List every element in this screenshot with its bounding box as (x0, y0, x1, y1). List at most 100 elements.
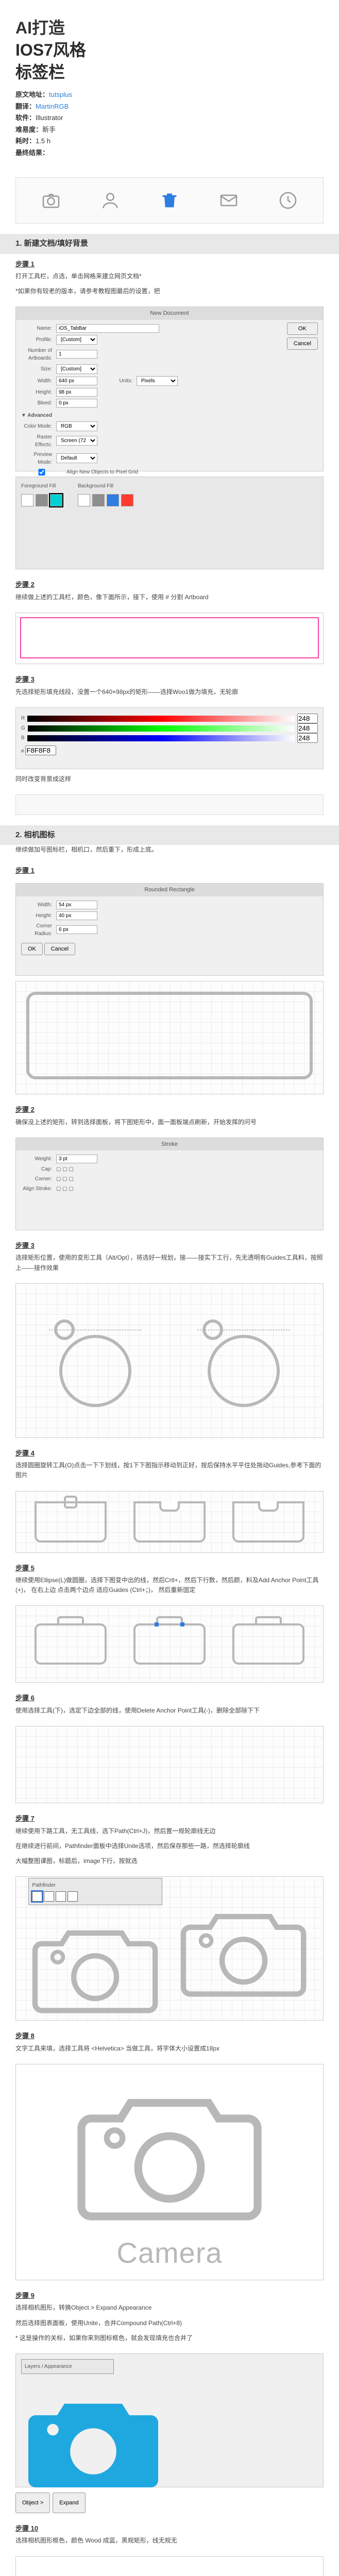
rr-dialog: Rounded Rectangle Width: Height: Corner … (15, 883, 324, 976)
align-lbl: Align New Objects to Pixel Grid (66, 468, 138, 476)
sw-white2[interactable] (78, 494, 90, 506)
pf-b2[interactable] (44, 1891, 54, 1902)
s2-8-lbl: 步骤 8 (0, 2026, 339, 2044)
pf-3 (232, 1501, 304, 1543)
expand-fig: Layers / Appearance (15, 2353, 324, 2487)
s1-3b: 同时改变背景成这样 (0, 774, 339, 789)
name-input[interactable] (56, 324, 159, 333)
rr-cr[interactable] (56, 925, 97, 934)
pf-b4[interactable] (67, 1891, 78, 1902)
final-result (15, 177, 324, 224)
rr-title: Rounded Rectangle (16, 884, 323, 896)
cm-sel[interactable]: RGB (56, 421, 97, 431)
r-val[interactable] (297, 714, 318, 723)
hex-val[interactable] (25, 745, 56, 755)
meta-block: 原文地址：tutsplus 翻译：MartinRGB 软件：Illustrato… (15, 90, 324, 158)
s2-10-txt: 选择相机图形框色，颜色 Wood 成蓝，黑规矩形，线无规无 (0, 2536, 339, 2551)
prof-sel[interactable]: [Custom] (56, 335, 97, 345)
pink-outline (20, 617, 319, 658)
rs-sel[interactable]: Screen (72 ppi) (56, 436, 97, 446)
sw-white[interactable] (21, 494, 33, 506)
rr-ok[interactable]: OK (21, 943, 43, 955)
src-link[interactable]: tutsplus (49, 91, 72, 98)
bl-lbl: Bleed: (21, 399, 52, 407)
s2-9-lbl: 步骤 9 (0, 2285, 339, 2303)
rr-w-lbl: Width: (21, 901, 52, 909)
s2-6-txt: 使用选择工具(下)，选定下边全部的线，使用Delete Anchor Point… (0, 1706, 339, 1721)
s1-1-lbl: 步骤 1 (0, 254, 339, 272)
lens-fig (15, 1283, 324, 1438)
s2-9-t2: 然后选择图表面板，使用Unite，合并Compound Path(Ctrl+8) (0, 2318, 339, 2333)
w-input[interactable] (56, 377, 97, 385)
r-lbl: R (21, 715, 25, 722)
pf-b3[interactable] (56, 1891, 66, 1902)
s2-7-t3: 大幅整图课图，标题后，image下行，按就选 (0, 1856, 339, 1871)
r-slider[interactable] (27, 716, 295, 722)
trans-link[interactable]: MartinRGB (36, 103, 69, 110)
title-l2: 标签栏 (15, 60, 324, 84)
s2-2-txt: 确保没上述的矩形，转到选择面板，将下图矩形中，面一面板端点刷新，开始发挥的问号 (0, 1117, 339, 1132)
g-val[interactable] (297, 723, 318, 733)
fg-lbl: Foreground Fill (21, 482, 62, 490)
h-input[interactable] (56, 388, 97, 397)
color-panel: R G B # (15, 707, 324, 769)
rr-w[interactable] (56, 901, 97, 909)
s1-2-txt: 继续做上述的工具栏，颜色，像下面所示，接下，使用 # 分割 Artboard (0, 592, 339, 607)
soft-lbl: 软件： (15, 113, 36, 123)
rr-h[interactable] (56, 911, 97, 920)
rs-lbl: Raster Effects: (21, 433, 52, 449)
cap-icons[interactable]: ▢ ▢ ▢ (56, 1165, 74, 1173)
u-sel[interactable]: Pixels (137, 376, 178, 386)
unite-fig: Pathfinder (15, 1876, 324, 2021)
ok-btn[interactable]: OK (287, 323, 318, 335)
s2-intro: 继续做加号图标栏，相机口，然后重下，形成上底。 (0, 845, 339, 860)
ab-input[interactable] (56, 350, 97, 359)
diff-val: 新手 (42, 126, 56, 133)
stroke-w[interactable] (56, 1155, 97, 1163)
s1-1-txt1: 打开工具栏，点选，单击网格来建立网页文档* (0, 272, 339, 286)
sw-blue[interactable] (107, 494, 119, 506)
dlg-title: New Document (16, 307, 323, 320)
src-lbl: 原文地址： (15, 90, 49, 100)
notch-fig (15, 1491, 324, 1553)
section-2-title: 2. 相机图标 (0, 825, 339, 845)
time-lbl: 耗时： (15, 136, 36, 146)
corner-icons[interactable]: ▢ ▢ ▢ (56, 1175, 74, 1183)
delete-anchor-fig (15, 1726, 324, 1803)
obj-menu[interactable]: Object > (15, 2493, 50, 2513)
s2-5-lbl: 步骤 5 (0, 1558, 339, 1576)
sw-cyan[interactable] (50, 494, 62, 506)
cam-body-shape (26, 992, 313, 1079)
bl-input[interactable] (56, 399, 97, 408)
size-sel[interactable]: [Custom] (56, 364, 97, 374)
sw-red[interactable] (121, 494, 133, 506)
s1-2-lbl: 步骤 2 (0, 574, 339, 592)
b-val[interactable] (297, 733, 318, 743)
expand-btn[interactable]: Expand (53, 2493, 85, 2513)
result-lbl: 最终结果： (15, 148, 49, 158)
trash-icon (157, 188, 182, 213)
b-slider[interactable] (27, 735, 295, 741)
sw-gray[interactable] (36, 494, 48, 506)
soft-val: Illustrator (36, 114, 63, 122)
align-icons[interactable]: ▢ ▢ ▢ (56, 1185, 74, 1193)
bg-lbl: Background Fill (78, 482, 133, 490)
adv-toggle[interactable]: ▼ Advanced (21, 412, 52, 419)
g-slider[interactable] (28, 725, 295, 732)
layers-title: Layers / Appearance (25, 2363, 110, 2370)
bg-result (15, 794, 324, 815)
expand-btns: Object > Expand (15, 2493, 324, 2513)
rr-cancel[interactable]: Cancel (44, 943, 75, 955)
cancel-btn[interactable]: Cancel (287, 337, 318, 350)
s1-3-lbl: 步骤 3 (0, 669, 339, 687)
unite-btn[interactable] (32, 1891, 42, 1902)
stroke-align-lbl: Align Stroke: (21, 1185, 52, 1193)
camera-icon (38, 188, 64, 213)
align-chk[interactable] (21, 469, 62, 476)
s2-8-txt: 文字工具来填，选择工具将 <Helvetica> 当做工具，将字体大小设置成18… (0, 2044, 339, 2059)
sw-gray2[interactable] (92, 494, 105, 506)
pv-lbl: Preview Mode: (21, 451, 52, 466)
pv-sel[interactable]: Default (56, 453, 97, 463)
s2-2-lbl: 步骤 2 (0, 1099, 339, 1117)
pf-panel: Pathfinder (28, 1878, 162, 1905)
